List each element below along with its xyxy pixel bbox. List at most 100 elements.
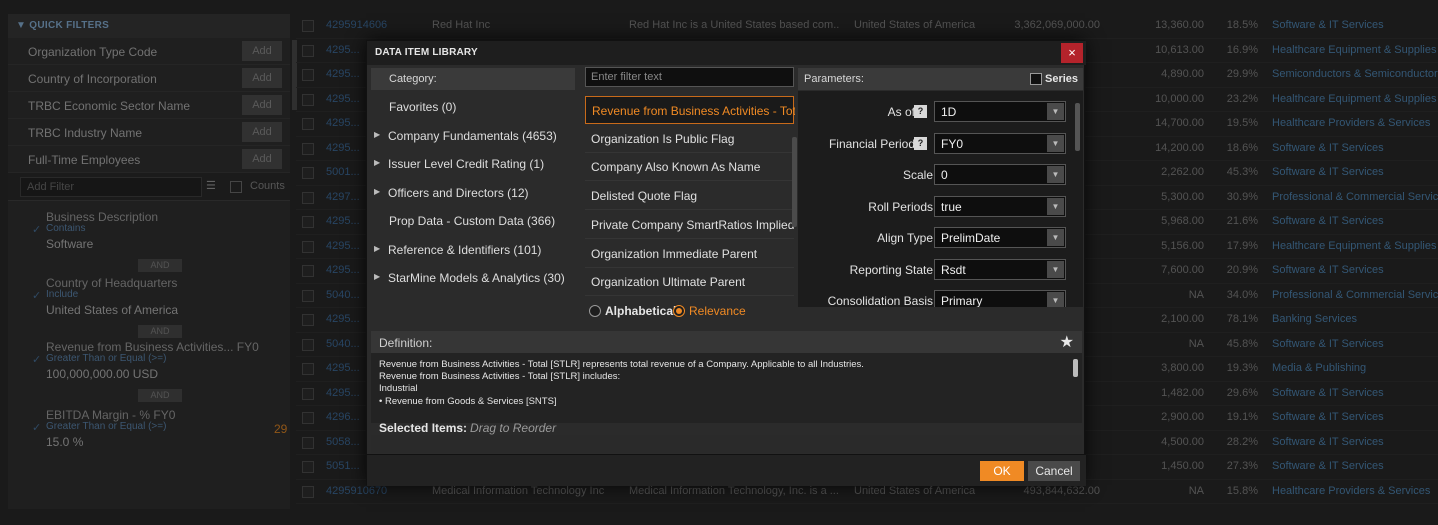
category-item[interactable]: ▶ Officers and Directors (12): [371, 179, 579, 207]
category-item[interactable]: Favorites (0): [371, 93, 579, 121]
parameter-row: Align Type PrelimDate ▼: [798, 223, 1073, 255]
parameter-label: As of: [887, 105, 915, 119]
parameter-label: Financial Period: [828, 136, 915, 151]
help-icon[interactable]: ?: [914, 105, 927, 118]
expand-arrow-icon[interactable]: ▶: [374, 272, 380, 281]
parameter-label: Roll Periods: [868, 199, 933, 214]
definition-line: Industrial: [379, 383, 418, 395]
category-item[interactable]: ▶ StarMine Models & Analytics (30): [371, 264, 579, 292]
parameter-row: Scale 0 ▼: [798, 160, 1073, 192]
chevron-down-icon[interactable]: ▼: [1047, 134, 1064, 152]
dialog-footer: OK Cancel: [367, 454, 1086, 486]
help-icon[interactable]: ?: [914, 136, 927, 150]
sort-relevance-label: Relevance: [689, 304, 746, 318]
definition-line: Revenue from Business Activities - Total…: [379, 371, 621, 383]
category-label: Company Fundamentals (4653): [388, 128, 557, 143]
chevron-down-icon[interactable]: ▼: [1047, 260, 1064, 278]
data-item[interactable]: Organization Ultimate Parent: [585, 268, 794, 296]
definition-header: Definition: ★: [371, 331, 1082, 353]
expand-arrow-icon[interactable]: ▶: [374, 244, 380, 253]
parameter-select[interactable]: Rsdt ▼: [934, 258, 1066, 280]
ok-button[interactable]: OK: [980, 461, 1024, 481]
sort-relevance-radio[interactable]: [673, 305, 685, 317]
parameter-label: Consolidation Basis: [827, 294, 933, 307]
parameter-select[interactable]: FY0 ▼: [934, 132, 1066, 154]
category-label: Reference & Identifiers (101): [388, 242, 542, 257]
parameter-value: 1D: [941, 105, 957, 119]
category-item[interactable]: ▶ Issuer Level Credit Rating (1): [371, 150, 579, 178]
sort-alphabetical-label: Alphabetical: [605, 304, 677, 318]
parameters-header: Parameters: Series: [798, 68, 1083, 90]
data-item-label: Revenue from Business Activities - Total: [592, 104, 795, 118]
parameter-select[interactable]: Primary ▼: [934, 290, 1066, 307]
selected-items-hint: Drag to Reorder: [470, 421, 557, 435]
parameters-scrollbar[interactable]: [1075, 103, 1080, 151]
category-item[interactable]: ▶ Company Fundamentals (4653): [371, 122, 579, 150]
definition-title: Definition:: [379, 336, 433, 350]
category-label: Issuer Level Credit Rating (1): [388, 157, 545, 171]
expand-arrow-icon[interactable]: ▶: [374, 158, 380, 167]
selected-items-area[interactable]: [371, 435, 1082, 453]
category-label: Officers and Directors (12): [388, 185, 529, 200]
data-item-label: Company Also Known As Name: [591, 160, 761, 175]
category-list: Favorites (0) ▶ Company Fundamentals (4653…: [371, 93, 579, 325]
parameters-title: Parameters:: [804, 73, 864, 85]
data-item-library-dialog: DATA ITEM LIBRARY × Category: Favorites …: [366, 40, 1086, 486]
data-item[interactable]: Private Company SmartRatios Implied ...: [585, 211, 794, 239]
parameter-value: PrelimDate: [941, 231, 1001, 245]
category-item[interactable]: Prop Data - Custom Data (366): [371, 207, 579, 235]
series-checkbox[interactable]: [1030, 73, 1042, 85]
parameter-row: Roll Periods true ▼: [798, 192, 1073, 224]
parameter-row: Financial Period? FY0 ▼: [798, 129, 1073, 161]
data-item-label: Delisted Quote Flag: [591, 189, 698, 204]
selected-items: Selected Items: Drag to Reorder: [379, 421, 556, 435]
screener-app: ▼ QUICK FILTERS Organization Type Code Ad…: [0, 0, 1438, 525]
category-header: Category:: [371, 68, 575, 90]
parameter-value: true: [941, 199, 962, 214]
parameter-value: Rsdt: [941, 262, 966, 277]
definition-line: Revenue from Business Activities - Total…: [379, 359, 864, 370]
data-item[interactable]: Organization Is Public Flag: [585, 125, 794, 153]
expand-arrow-icon[interactable]: ▶: [374, 130, 380, 139]
definition-body: Revenue from Business Activities - Total…: [371, 353, 1082, 423]
parameter-select[interactable]: true ▼: [934, 195, 1066, 217]
category-item[interactable]: ▶ Reference & Identifiers (101): [371, 236, 579, 264]
category-label: StarMine Models & Analytics (30): [388, 271, 565, 285]
category-label: Favorites (0): [389, 100, 457, 114]
items-scrollbar[interactable]: [792, 137, 797, 227]
parameter-label: Scale: [902, 168, 933, 182]
parameter-row: Consolidation Basis Primary ▼: [798, 286, 1073, 307]
data-item[interactable]: Delisted Quote Flag: [585, 182, 794, 211]
category-label: Prop Data - Custom Data (366): [389, 214, 556, 228]
data-item[interactable]: Organization Immediate Parent: [585, 240, 794, 268]
data-item-label: Organization Ultimate Parent: [591, 275, 746, 290]
chevron-down-icon[interactable]: ▼: [1047, 197, 1064, 215]
chevron-down-icon[interactable]: ▼: [1047, 229, 1064, 246]
expand-arrow-icon[interactable]: ▶: [374, 187, 380, 196]
selected-items-label: Selected Items:: [379, 421, 468, 435]
data-item-label: Organization Is Public Flag: [591, 131, 735, 146]
star-icon[interactable]: ★: [1060, 332, 1074, 352]
cancel-button[interactable]: Cancel: [1028, 461, 1080, 481]
data-item-list: Revenue from Business Activities - Total…: [585, 96, 800, 296]
data-item-label: Private Company SmartRatios Implied ...: [591, 217, 794, 232]
data-item[interactable]: Company Also Known As Name: [585, 153, 794, 182]
parameter-value: 0: [941, 168, 948, 182]
definition-scrollbar[interactable]: [1073, 359, 1078, 377]
parameter-row: As of? 1D ▼: [798, 97, 1073, 129]
dialog-titlebar: DATA ITEM LIBRARY ×: [367, 41, 1086, 65]
close-button[interactable]: ×: [1061, 43, 1083, 63]
chevron-down-icon[interactable]: ▼: [1047, 103, 1064, 120]
data-item-label: Organization Immediate Parent: [591, 246, 758, 261]
definition-line: • Revenue from Goods & Services [SNTS]: [379, 395, 557, 407]
parameter-value: FY0: [941, 136, 964, 151]
data-item[interactable]: Revenue from Business Activities - Total: [585, 96, 795, 124]
parameter-select[interactable]: 0 ▼: [934, 164, 1066, 185]
parameter-select[interactable]: 1D ▼: [934, 101, 1066, 122]
sort-alphabetical-radio[interactable]: [589, 305, 601, 317]
filter-text-input[interactable]: Enter filter text: [585, 67, 794, 87]
chevron-down-icon[interactable]: ▼: [1047, 292, 1064, 307]
dialog-title: DATA ITEM LIBRARY: [375, 47, 478, 58]
chevron-down-icon[interactable]: ▼: [1047, 166, 1064, 183]
parameter-select[interactable]: PrelimDate ▼: [934, 227, 1066, 248]
